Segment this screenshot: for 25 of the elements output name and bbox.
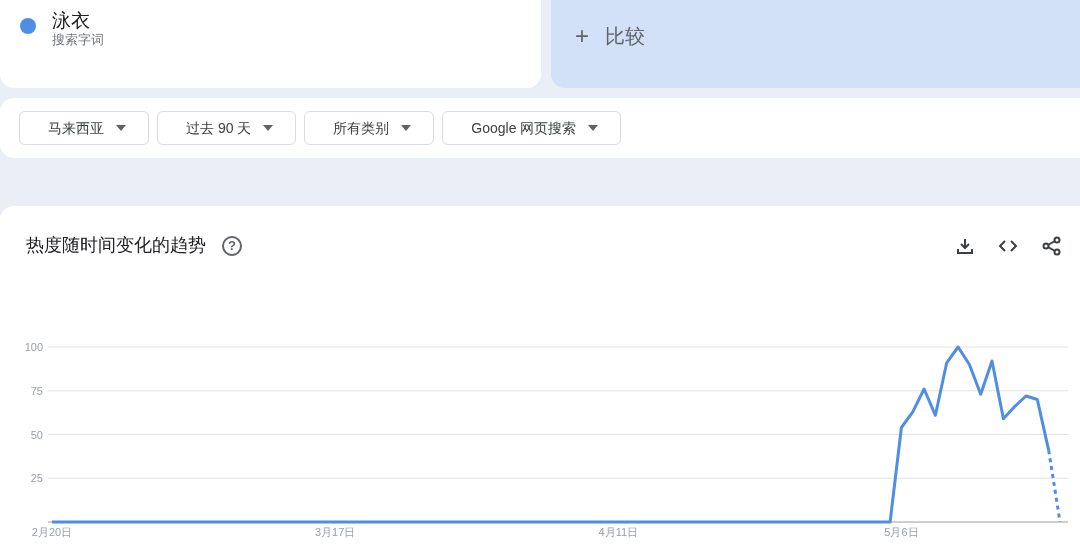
x-tick-label: 2月20日 (31, 526, 73, 538)
y-tick-label: 100 (24, 341, 43, 353)
caret-icon (263, 125, 274, 131)
y-tick-label: 50 (30, 428, 43, 441)
filter-dropdown[interactable]: Google 网页搜索 (442, 111, 622, 145)
caret-icon (116, 125, 126, 131)
filter-dropdown[interactable]: 过去 90 天 (157, 111, 297, 145)
compare-button[interactable]: + 比较 (551, 0, 1080, 88)
x-tick-label: 3月17日 (314, 526, 356, 538)
x-tick-label: 5月6日 (884, 526, 919, 538)
share-icon[interactable] (1042, 235, 1062, 256)
embed-code-icon[interactable] (998, 238, 1018, 253)
term-type-label: 搜索字词 (52, 32, 104, 48)
help-icon[interactable]: ? (222, 235, 242, 256)
filter-dropdown[interactable]: 马来西亚 (19, 111, 149, 145)
x-tick-label: 4月11日 (598, 526, 639, 538)
panel-title: 热度随时间变化的趋势 (26, 234, 206, 257)
download-icon[interactable] (956, 236, 974, 255)
search-term: 泳衣 (52, 10, 91, 32)
y-tick-label: 75 (30, 384, 43, 397)
caret-icon (588, 125, 599, 131)
y-tick-label: 25 (30, 472, 43, 485)
caret-icon (401, 125, 412, 131)
term-color-dot (20, 18, 36, 34)
filter-dropdown[interactable]: 所有类别 (304, 111, 435, 145)
